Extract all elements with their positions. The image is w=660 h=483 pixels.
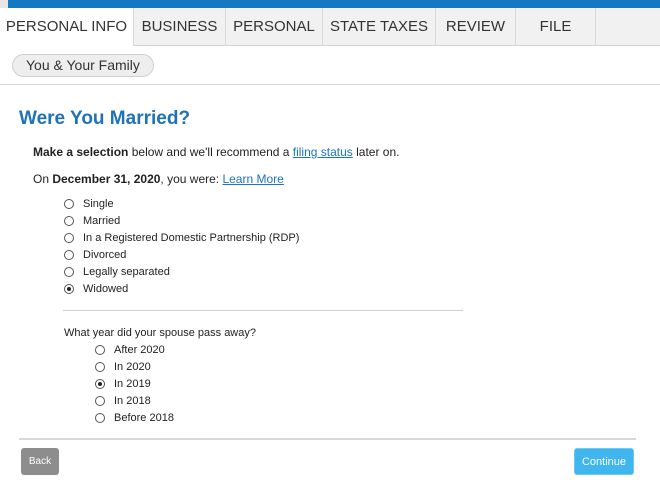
radio-option-after-2020[interactable]: After 2020 [95,341,165,358]
radio-label: Married [83,214,121,227]
radio-label: Widowed [83,282,129,295]
radio-button[interactable] [95,344,105,355]
date-suffix: , you were: [160,172,223,186]
radio-label: In 2019 [114,377,151,390]
filing-status-link[interactable]: filing status [293,145,353,159]
radio-button[interactable] [64,249,74,260]
tab-file[interactable]: FILE [516,8,596,46]
date-bold: December 31, 2020 [52,172,161,186]
section-divider [63,310,463,311]
radio-option-single[interactable]: Single [64,195,114,212]
intro-text: Make a selection below and we'll recomme… [33,145,400,159]
radio-label: In a Registered Domestic Partnership (RD… [83,231,300,244]
radio-option-widowed[interactable]: Widowed [64,280,128,297]
radio-button-selected[interactable] [64,283,74,294]
intro-text-part: below and we'll recommend a [128,145,293,159]
spouse-question: What year did your spouse pass away? [64,327,256,339]
radio-option-before-2018[interactable]: Before 2018 [95,409,174,426]
radio-button-selected[interactable] [95,378,105,389]
radio-option-in-2019[interactable]: In 2019 [95,375,151,392]
radio-label: Single [83,197,114,210]
subtab-bar: You & Your Family [0,46,660,85]
radio-option-married[interactable]: Married [64,212,120,229]
radio-button[interactable] [95,412,105,423]
top-accent-bar [0,0,660,8]
radio-button[interactable] [95,395,105,406]
radio-label: Divorced [83,248,127,261]
radio-option-divorced[interactable]: Divorced [64,246,126,263]
footer-divider [19,438,636,440]
intro-bold: Make a selection [33,145,129,159]
radio-button[interactable] [64,232,74,243]
page-title: Were You Married? [19,108,191,129]
date-prefix: On [33,172,53,186]
radio-option-legally-separated[interactable]: Legally separated [64,263,170,280]
radio-label: In 2020 [114,360,151,373]
main-tab-bar: PERSONAL INFO BUSINESS PERSONAL STATE TA… [0,8,660,47]
radio-label: Before 2018 [114,411,174,424]
date-line: On December 31, 2020, you were: Learn Mo… [33,172,284,186]
back-button[interactable]: Back [21,448,59,475]
tab-review[interactable]: REVIEW [436,8,516,46]
radio-option-in-2020[interactable]: In 2020 [95,358,151,375]
tab-state-taxes[interactable]: STATE TAXES [323,8,436,46]
tab-personal[interactable]: PERSONAL [226,8,323,46]
radio-button[interactable] [95,361,105,372]
intro-text-end: later on. [352,145,400,159]
radio-button[interactable] [64,215,74,226]
continue-button[interactable]: Continue [574,448,634,475]
radio-button[interactable] [64,266,74,277]
radio-label: Legally separated [83,265,170,278]
learn-more-link[interactable]: Learn More [222,172,283,186]
tab-personal-info[interactable]: PERSONAL INFO [0,8,134,47]
radio-button[interactable] [64,198,74,209]
tab-business[interactable]: BUSINESS [134,8,226,46]
radio-option-rdp[interactable]: In a Registered Domestic Partnership (RD… [64,229,299,246]
radio-label: After 2020 [114,343,165,356]
radio-option-in-2018[interactable]: In 2018 [95,392,151,409]
radio-label: In 2018 [114,394,151,407]
subtab-you-and-your-family[interactable]: You & Your Family [12,54,154,77]
